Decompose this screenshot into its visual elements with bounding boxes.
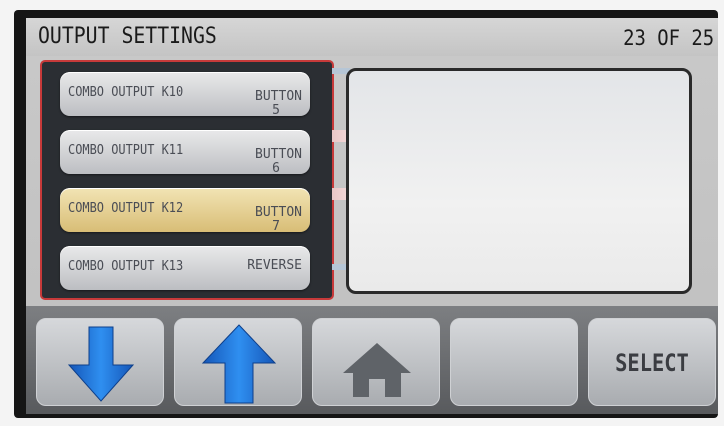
list-item-value-line2: 7 (272, 219, 280, 234)
header-bar: OUTPUT SETTINGS 23 OF 25 (26, 18, 718, 56)
arrow-up-icon (201, 324, 277, 404)
list-item-value-line1: BUTTON (255, 205, 302, 220)
blank-button[interactable] (450, 318, 578, 406)
list-item-value: BUTTON 7 (226, 192, 302, 248)
list-item-value: BUTTON 5 (226, 76, 302, 132)
page-title: OUTPUT SETTINGS (38, 24, 217, 49)
home-icon (343, 343, 411, 397)
list-item-value-line1: BUTTON (255, 147, 302, 162)
list-item-k11[interactable]: COMBO OUTPUT K11 BUTTON 6 (60, 130, 310, 176)
select-button-label: SELECT (615, 349, 689, 377)
home-button[interactable] (312, 318, 440, 406)
preview-panel (346, 68, 692, 294)
arrow-down-icon (67, 326, 135, 402)
list-item-label: COMBO OUTPUT K12 (68, 201, 184, 216)
scroll-down-button[interactable] (36, 318, 164, 406)
list-item-k12[interactable]: COMBO OUTPUT K12 BUTTON 7 (60, 188, 310, 234)
scroll-up-button[interactable] (174, 318, 302, 406)
list-item-value: BUTTON 6 (226, 134, 302, 190)
list-item-label: COMBO OUTPUT K11 (68, 143, 184, 158)
list-item-label: COMBO OUTPUT K13 (68, 259, 184, 274)
output-list-panel: COMBO OUTPUT K10 BUTTON 5 COMBO OUTPUT K… (40, 60, 334, 300)
list-item-value-line2: 6 (272, 161, 280, 176)
touch-screen: OUTPUT SETTINGS 23 OF 25 COMBO OUTPUT K1… (26, 18, 718, 414)
list-item-value-line2: 5 (272, 103, 280, 118)
page-indicator: 23 OF 25 (622, 26, 714, 50)
bottom-toolbar: SELECT (26, 306, 718, 414)
select-button[interactable]: SELECT (588, 318, 716, 406)
list-item-label: COMBO OUTPUT K10 (68, 85, 184, 100)
list-item-value: REVERSE (247, 258, 302, 273)
list-item-value-line1: BUTTON (255, 89, 302, 104)
list-item-k10[interactable]: COMBO OUTPUT K10 BUTTON 5 (60, 72, 310, 118)
list-item-k13[interactable]: COMBO OUTPUT K13 REVERSE (60, 246, 310, 290)
